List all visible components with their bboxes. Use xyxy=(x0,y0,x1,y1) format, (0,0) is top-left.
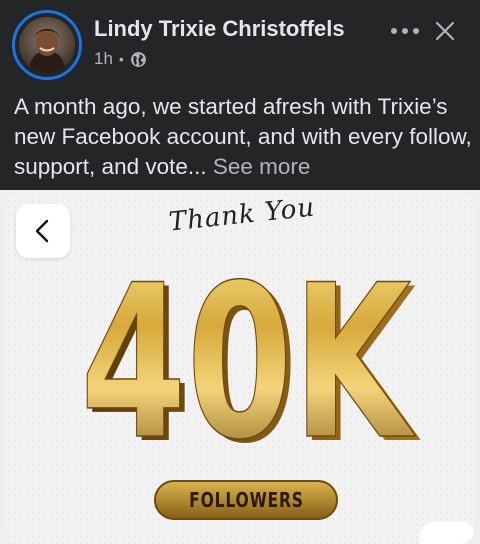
media-image[interactable]: Thank You 40K 40K FOLLOWERS xyxy=(6,192,474,544)
more-dots-icon xyxy=(391,28,419,34)
media-corner-button[interactable] xyxy=(420,522,474,544)
more-options-button[interactable] xyxy=(388,14,422,48)
globe-icon[interactable] xyxy=(130,51,147,68)
close-icon xyxy=(435,21,455,41)
post-card: Lindy Trixie Christoffels 1h • A month a… xyxy=(0,0,480,544)
post-time[interactable]: 1h xyxy=(94,49,113,69)
avatar[interactable] xyxy=(12,10,82,80)
see-more-link[interactable]: See more xyxy=(213,154,311,179)
follower-count: 40K xyxy=(80,252,416,472)
post-caption: A month ago, we started afresh with Trix… xyxy=(14,92,472,182)
post-media[interactable]: Thank You 40K 40K FOLLOWERS xyxy=(0,190,480,544)
chevron-left-icon xyxy=(35,219,49,243)
close-button[interactable] xyxy=(428,14,462,48)
thank-you-text: Thank You xyxy=(167,192,317,238)
author-name[interactable]: Lindy Trixie Christoffels xyxy=(94,16,345,42)
followers-badge: FOLLOWERS xyxy=(154,480,338,520)
post-meta: 1h • xyxy=(94,49,147,69)
post-header: Lindy Trixie Christoffels 1h • xyxy=(0,0,480,90)
followers-label: FOLLOWERS xyxy=(188,488,304,512)
avatar-image xyxy=(19,17,75,73)
meta-separator: • xyxy=(118,51,124,67)
back-button[interactable] xyxy=(16,204,70,258)
follower-count-graphic: 40K 40K xyxy=(80,252,421,472)
